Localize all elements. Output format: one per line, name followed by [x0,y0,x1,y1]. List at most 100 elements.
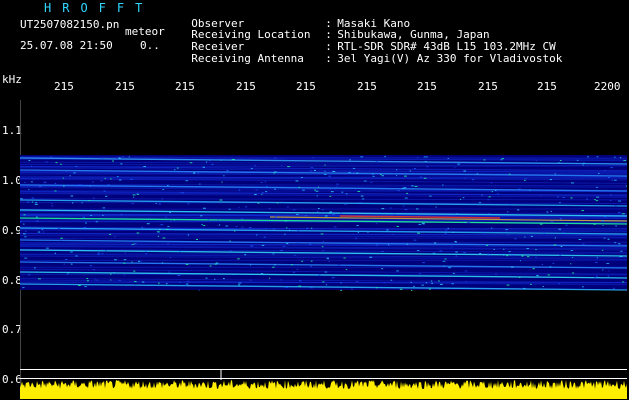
noise-speckle [614,205,617,207]
noise-speckle [519,260,522,262]
noise-speckle [84,286,87,288]
noise-speckle [43,181,47,183]
noise-speckle [198,289,200,291]
noise-speckle [426,156,428,158]
noise-speckle [276,202,279,204]
noise-speckle [375,223,378,225]
noise-speckle [131,203,135,205]
noise-speckle [462,197,465,199]
noise-speckle [24,257,28,259]
noise-speckle [170,220,172,222]
noise-speckle [514,238,517,240]
noise-speckle [158,228,161,230]
noise-speckle [214,278,216,280]
noise-speckle [508,204,511,206]
noise-speckle [296,230,300,232]
noise-speckle [602,224,604,226]
noise-speckle [200,215,203,217]
noise-speckle [221,181,223,183]
noise-speckle [38,278,41,280]
noise-speckle [160,224,164,226]
file-name: UT2507082150.pn [20,18,120,31]
noise-speckle [452,214,455,216]
noise-speckle [214,263,217,265]
noise-speckle [282,245,286,247]
noise-speckle [23,233,26,235]
noise-speckle [30,181,33,183]
noise-speckle [309,243,312,245]
noise-speckle [606,263,610,265]
noise-speckle [352,167,356,169]
noise-speckle [611,179,613,181]
noise-speckle [165,283,168,285]
noise-speckle [70,251,73,253]
noise-speckle [203,207,206,209]
noise-speckle [430,204,433,206]
noise-speckle [324,170,326,172]
noise-speckle [559,254,562,256]
noise-speckle [340,282,342,284]
noise-speckle [304,215,307,217]
noise-speckle [586,198,589,200]
noise-speckle [136,193,140,195]
noise-speckle [550,220,553,222]
noise-speckle [618,243,621,245]
noise-speckle [345,286,347,288]
noise-speckle [123,274,126,276]
noise-speckle [506,284,510,286]
noise-speckle [540,194,542,196]
noise-speckle [570,197,573,199]
noise-speckle [375,160,378,162]
noise-speckle [333,226,337,228]
noise-speckle [50,203,53,205]
noise-speckle [51,205,54,207]
noise-speckle [161,262,164,264]
noise-speckle [174,169,176,171]
noise-speckle [268,207,271,209]
noise-speckle [596,156,599,158]
noise-speckle [30,165,33,167]
noise-speckle [83,227,87,229]
noise-speckle [618,200,621,202]
noise-speckle [314,189,317,191]
noise-speckle [120,214,123,216]
noise-speckle [442,260,446,262]
noise-speckle [397,190,400,192]
file-datetime: 25.07.08 21:50 [20,39,113,52]
noise-speckle [57,227,61,229]
noise-speckle [478,202,482,204]
noise-speckle [431,282,433,284]
noise-speckle [428,288,431,290]
noise-speckle [425,282,428,284]
noise-speckle [112,271,115,273]
noise-speckle [536,275,539,277]
noise-speckle [229,240,231,242]
noise-speckle [256,234,258,236]
noise-speckle [421,284,425,286]
noise-speckle [78,184,82,186]
y-tick-label: 1.1 [2,124,22,137]
noise-speckle [85,222,87,224]
noise-speckle [185,284,187,286]
noise-speckle [158,203,161,205]
noise-speckle [424,161,428,163]
noise-speckle [618,212,621,214]
noise-speckle [132,194,136,196]
noise-speckle [559,202,561,204]
noise-speckle [300,176,303,178]
noise-speckle [384,156,386,158]
noise-speckle [296,241,300,243]
noise-speckle [207,219,210,221]
noise-speckle [250,168,253,170]
noise-speckle [565,224,568,226]
noise-speckle [219,199,223,201]
noise-speckle [167,243,169,245]
noise-speckle [134,281,137,283]
noise-speckle [506,234,510,236]
noise-speckle [232,273,235,275]
x-tick-label: 215 [537,80,557,93]
noise-speckle [155,202,157,204]
noise-speckle [134,285,136,287]
noise-speckle [594,199,596,201]
noise-speckle [254,165,256,167]
